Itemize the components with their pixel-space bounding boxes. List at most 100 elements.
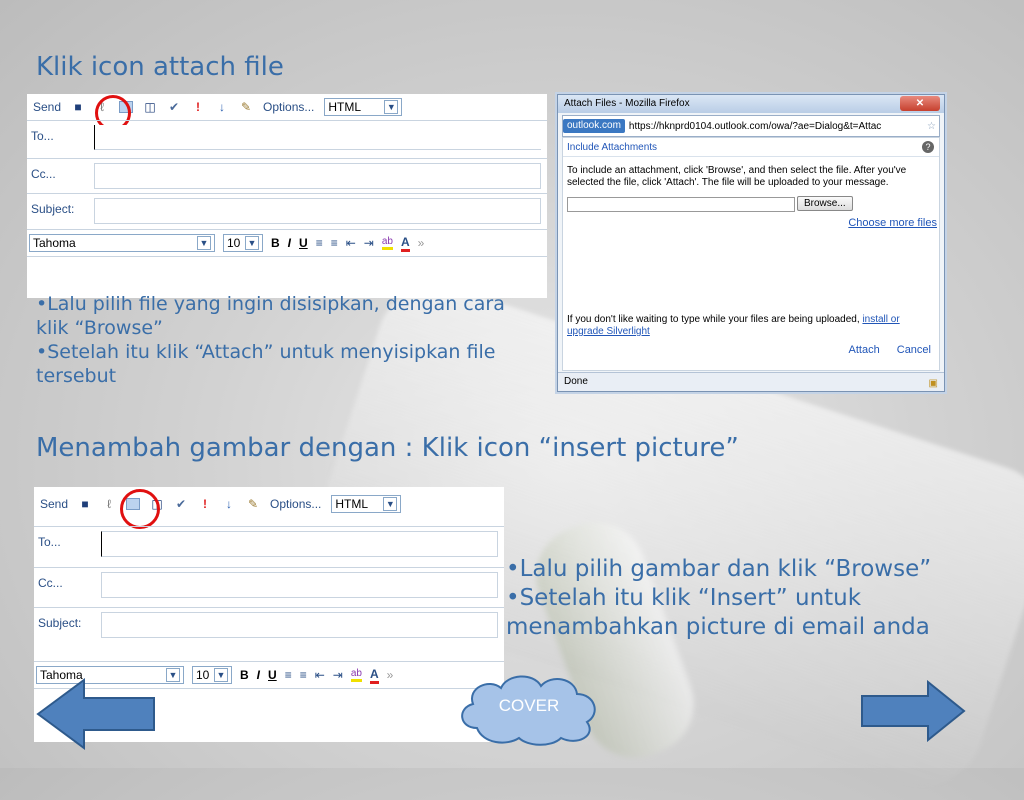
help-icon[interactable]: ?: [922, 141, 934, 153]
more-options-icon[interactable]: »: [387, 668, 394, 682]
instructions-attach: •Lalu pilih file yang ingin disisipkan, …: [36, 292, 505, 388]
font-size-value: 10: [227, 236, 241, 250]
instructions-text: To include an attachment, click 'Browse'…: [567, 165, 907, 188]
bullet-line: menambahkan picture di email anda: [506, 614, 930, 640]
bullet-line: •Setelah itu klik “Attach” untuk menyisi…: [36, 341, 496, 363]
attach-files-dialog: Attach Files - Mozilla Firefox ✕ outlook…: [557, 94, 945, 392]
cc-button[interactable]: Cc...: [38, 576, 63, 590]
bold-button[interactable]: B: [240, 668, 249, 682]
italic-button[interactable]: I: [257, 668, 260, 682]
font-size-select[interactable]: 10 ▼: [223, 234, 263, 252]
bullet-line: •Setelah itu klik “Insert” untuk: [506, 585, 862, 611]
section-title: Include Attachments: [563, 138, 939, 157]
next-arrow-icon[interactable]: [860, 680, 968, 742]
check-names-icon[interactable]: ✔: [174, 497, 188, 511]
cover-button[interactable]: COVER: [455, 670, 603, 746]
to-button[interactable]: To...: [31, 129, 54, 143]
font-size-select[interactable]: 10 ▼: [192, 666, 232, 684]
url-text: https://hknprd0104.outlook.com/owa/?ae=D…: [628, 120, 882, 132]
address-book-icon[interactable]: ◫: [143, 100, 157, 114]
bullet-line: •Lalu pilih file yang ingin disisipkan, …: [36, 293, 505, 315]
chevron-down-icon: ▼: [214, 668, 228, 682]
check-names-icon[interactable]: ✔: [167, 100, 181, 114]
attach-button[interactable]: Attach: [849, 344, 880, 356]
instructions-picture: •Lalu pilih gambar dan klik “Browse” •Se…: [506, 555, 931, 642]
subject-field[interactable]: [94, 198, 541, 224]
font-select-value: Tahoma: [33, 236, 76, 250]
chevron-down-icon: ▼: [197, 236, 211, 250]
cc-field[interactable]: [94, 163, 541, 189]
browse-button[interactable]: Browse...: [797, 196, 853, 211]
subject-label: Subject:: [31, 202, 75, 216]
format-select-value: HTML: [335, 497, 369, 511]
attach-icon[interactable]: ℓ: [102, 497, 116, 511]
options-button[interactable]: Options...: [263, 100, 314, 114]
lock-icon: ▣: [928, 378, 938, 389]
cc-button[interactable]: Cc...: [31, 167, 56, 181]
highlight-color-icon[interactable]: ab: [350, 668, 362, 682]
format-select-value: HTML: [328, 100, 362, 114]
low-importance-icon[interactable]: ↓: [215, 100, 229, 114]
bullets-icon[interactable]: ≡: [285, 668, 292, 682]
silverlight-text: If you don't like waiting to type while …: [567, 314, 860, 325]
subject-field[interactable]: [101, 612, 498, 638]
save-icon[interactable]: ■: [78, 497, 92, 511]
cover-label: COVER: [498, 696, 560, 715]
chevron-down-icon: ▼: [383, 497, 398, 511]
font-color-icon[interactable]: A: [369, 667, 379, 684]
prev-arrow-icon[interactable]: [36, 678, 158, 750]
to-field[interactable]: [94, 125, 541, 150]
indent-icon[interactable]: ⇥: [333, 668, 343, 682]
file-path-input[interactable]: [567, 197, 795, 212]
cc-field[interactable]: [101, 572, 498, 598]
numbering-icon[interactable]: ≡: [331, 236, 338, 250]
signature-icon[interactable]: ✎: [239, 100, 253, 114]
address-bar[interactable]: outlook.com https://hknprd0104.outlook.c…: [562, 115, 940, 137]
bullets-icon[interactable]: ≡: [316, 236, 323, 250]
cancel-button[interactable]: Cancel: [897, 344, 931, 356]
dialog-title: Attach Files - Mozilla Firefox: [564, 98, 690, 109]
compose-panel-attach: Send ■ ℓ ◫ ✔ ! ↓ ✎ Options... HTML ▼ To..…: [27, 94, 547, 298]
more-options-icon[interactable]: »: [418, 236, 425, 250]
heading-insert-picture: Menambah gambar dengan : Klik icon “inse…: [36, 433, 739, 463]
underline-button[interactable]: U: [268, 668, 277, 682]
options-button[interactable]: Options...: [270, 497, 321, 511]
dialog-titlebar: Attach Files - Mozilla Firefox ✕: [558, 95, 944, 113]
status-text: Done: [564, 376, 588, 387]
highlight-circle: [120, 489, 160, 529]
choose-more-files-link[interactable]: Choose more files: [563, 217, 939, 229]
site-badge: outlook.com: [563, 119, 625, 133]
save-icon[interactable]: ■: [71, 100, 85, 114]
subject-label: Subject:: [38, 616, 82, 630]
bold-button[interactable]: B: [271, 236, 280, 250]
bullet-line: •Lalu pilih gambar dan klik “Browse”: [506, 556, 932, 582]
dialog-body: Include Attachments ? To include an atta…: [562, 137, 940, 371]
indent-icon[interactable]: ⇥: [364, 236, 374, 250]
send-button[interactable]: Send: [33, 100, 61, 114]
format-select[interactable]: HTML ▼: [324, 98, 403, 116]
numbering-icon[interactable]: ≡: [300, 668, 307, 682]
low-importance-icon[interactable]: ↓: [222, 497, 236, 511]
heading-attach: Klik icon attach file: [36, 52, 284, 82]
chevron-down-icon: ▼: [384, 100, 399, 114]
signature-icon[interactable]: ✎: [246, 497, 260, 511]
high-importance-icon[interactable]: !: [191, 100, 205, 114]
chevron-down-icon: ▼: [245, 236, 259, 250]
outdent-icon[interactable]: ⇤: [315, 668, 325, 682]
format-select[interactable]: HTML ▼: [331, 495, 402, 513]
to-field[interactable]: [101, 531, 498, 557]
high-importance-icon[interactable]: !: [198, 497, 212, 511]
italic-button[interactable]: I: [288, 236, 291, 250]
to-button[interactable]: To...: [38, 535, 61, 549]
font-select[interactable]: Tahoma ▼: [29, 234, 215, 252]
outdent-icon[interactable]: ⇤: [346, 236, 356, 250]
star-icon[interactable]: ☆: [927, 121, 939, 132]
silverlight-notice: If you don't like waiting to type while …: [567, 314, 935, 338]
close-icon[interactable]: ✕: [900, 96, 940, 111]
highlight-color-icon[interactable]: ab: [381, 236, 393, 250]
font-size-value: 10: [196, 668, 210, 682]
underline-button[interactable]: U: [299, 236, 308, 250]
font-color-icon[interactable]: A: [400, 235, 410, 252]
send-button[interactable]: Send: [40, 497, 68, 511]
chevron-down-icon: ▼: [166, 668, 180, 682]
